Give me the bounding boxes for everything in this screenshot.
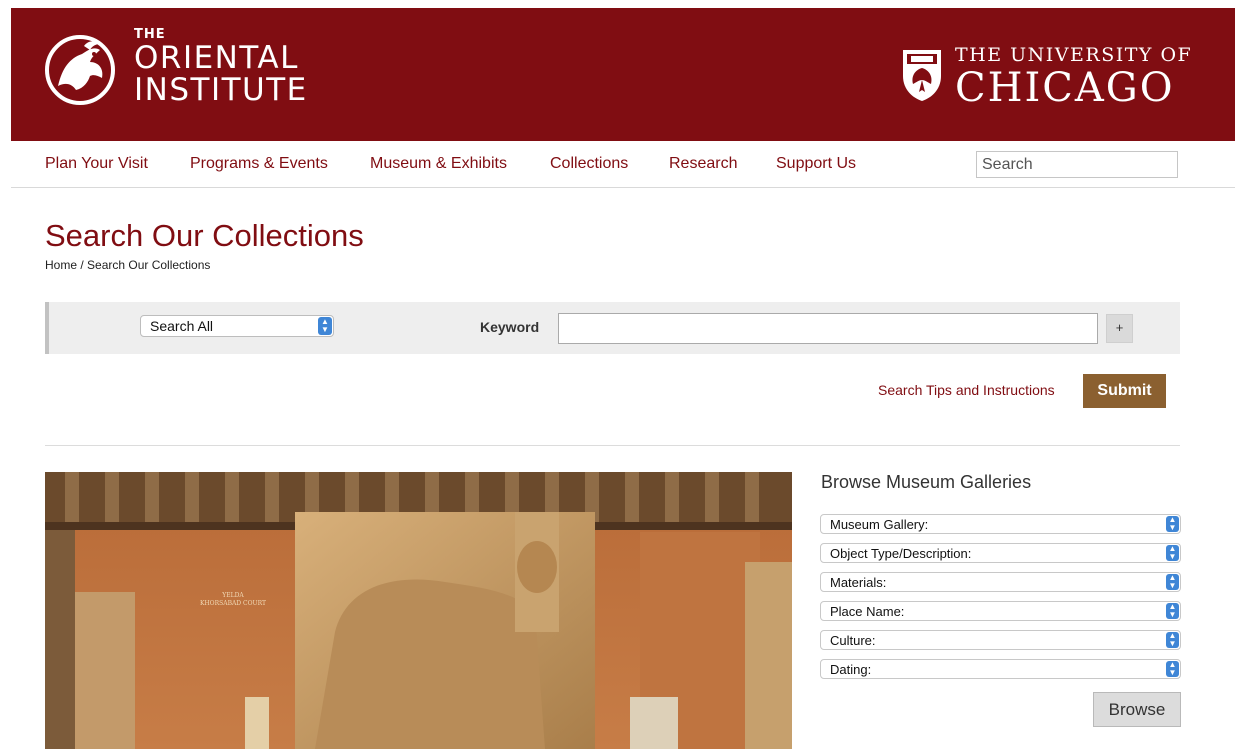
filter-label: Materials: (830, 575, 887, 590)
filter-label: Dating: (830, 662, 872, 677)
wall-label-line-1: YELDA (221, 592, 244, 599)
nav-item-research[interactable]: Research (669, 155, 737, 173)
khorsabad-court-photo: YELDA KHORSABAD COURT (45, 472, 792, 749)
place-name-select[interactable]: Place Name: ▲ ▼ (820, 601, 1181, 621)
add-search-row-button[interactable]: + (1106, 314, 1133, 343)
select-arrows-icon: ▲ ▼ (1166, 661, 1179, 677)
uc-line-1: THE UNIVERSITY OF (955, 44, 1193, 66)
wall-label-line-2: KHORSABAD COURT (200, 600, 266, 607)
site-header: THE ORIENTAL INSTITUTE THE UNIVERSITY OF… (11, 8, 1235, 141)
nav-item-programs-events[interactable]: Programs & Events (190, 155, 328, 173)
gallery-image: YELDA KHORSABAD COURT (45, 472, 792, 749)
object-type-select[interactable]: Object Type/Description: ▲ ▼ (820, 543, 1181, 563)
submit-button[interactable]: Submit (1083, 374, 1166, 408)
oriental-institute-wordmark[interactable]: THE ORIENTAL INSTITUTE (134, 28, 308, 108)
search-scope-value: Search All (150, 318, 214, 334)
nav-item-museum-exhibits[interactable]: Museum & Exhibits (370, 155, 507, 173)
section-divider (45, 445, 1180, 446)
select-arrows-icon: ▲ ▼ (1166, 516, 1179, 532)
uc-line-2: CHICAGO (955, 65, 1175, 111)
main-nav: Plan Your Visit Programs & Events Museum… (11, 141, 1235, 188)
search-tips-link[interactable]: Search Tips and Instructions (878, 382, 1055, 398)
filter-label: Culture: (830, 633, 876, 648)
select-arrows-icon: ▲ ▼ (1166, 603, 1179, 619)
select-arrows-icon: ▲ ▼ (1166, 632, 1179, 648)
filter-label: Place Name: (830, 604, 905, 619)
select-arrows-icon: ▲ ▼ (1166, 545, 1179, 561)
nav-item-plan-your-visit[interactable]: Plan Your Visit (45, 155, 148, 173)
nav-item-collections[interactable]: Collections (550, 155, 628, 173)
page-title: Search Our Collections (45, 218, 364, 253)
collection-search-bar: Search All ▲ ▼ Keyword + (45, 302, 1180, 354)
oriental-institute-lion-logo[interactable] (44, 28, 116, 112)
breadcrumb[interactable]: Home / Search Our Collections (45, 258, 210, 272)
browse-button[interactable]: Browse (1093, 692, 1181, 727)
nav-item-support-us[interactable]: Support Us (776, 155, 856, 173)
select-arrows-icon: ▲ ▼ (318, 317, 332, 335)
museum-gallery-select[interactable]: Museum Gallery: ▲ ▼ (820, 514, 1181, 534)
select-arrows-icon: ▲ ▼ (1166, 574, 1179, 590)
site-search-input[interactable] (976, 151, 1178, 178)
university-of-chicago-wordmark[interactable]: THE UNIVERSITY OF CHICAGO (955, 44, 1192, 110)
keyword-input[interactable] (558, 313, 1098, 344)
logo-oriental: ORIENTAL (134, 40, 299, 76)
keyword-label: Keyword (480, 319, 540, 335)
search-scope-select[interactable]: Search All ▲ ▼ (140, 315, 334, 337)
filter-label: Object Type/Description: (830, 546, 972, 561)
dating-select[interactable]: Dating: ▲ ▼ (820, 659, 1181, 679)
university-crest-icon (903, 50, 941, 101)
filter-label: Museum Gallery: (830, 517, 929, 532)
logo-institute: INSTITUTE (134, 72, 308, 108)
materials-select[interactable]: Materials: ▲ ▼ (820, 572, 1181, 592)
culture-select[interactable]: Culture: ▲ ▼ (820, 630, 1181, 650)
browse-title: Browse Museum Galleries (821, 472, 1032, 492)
